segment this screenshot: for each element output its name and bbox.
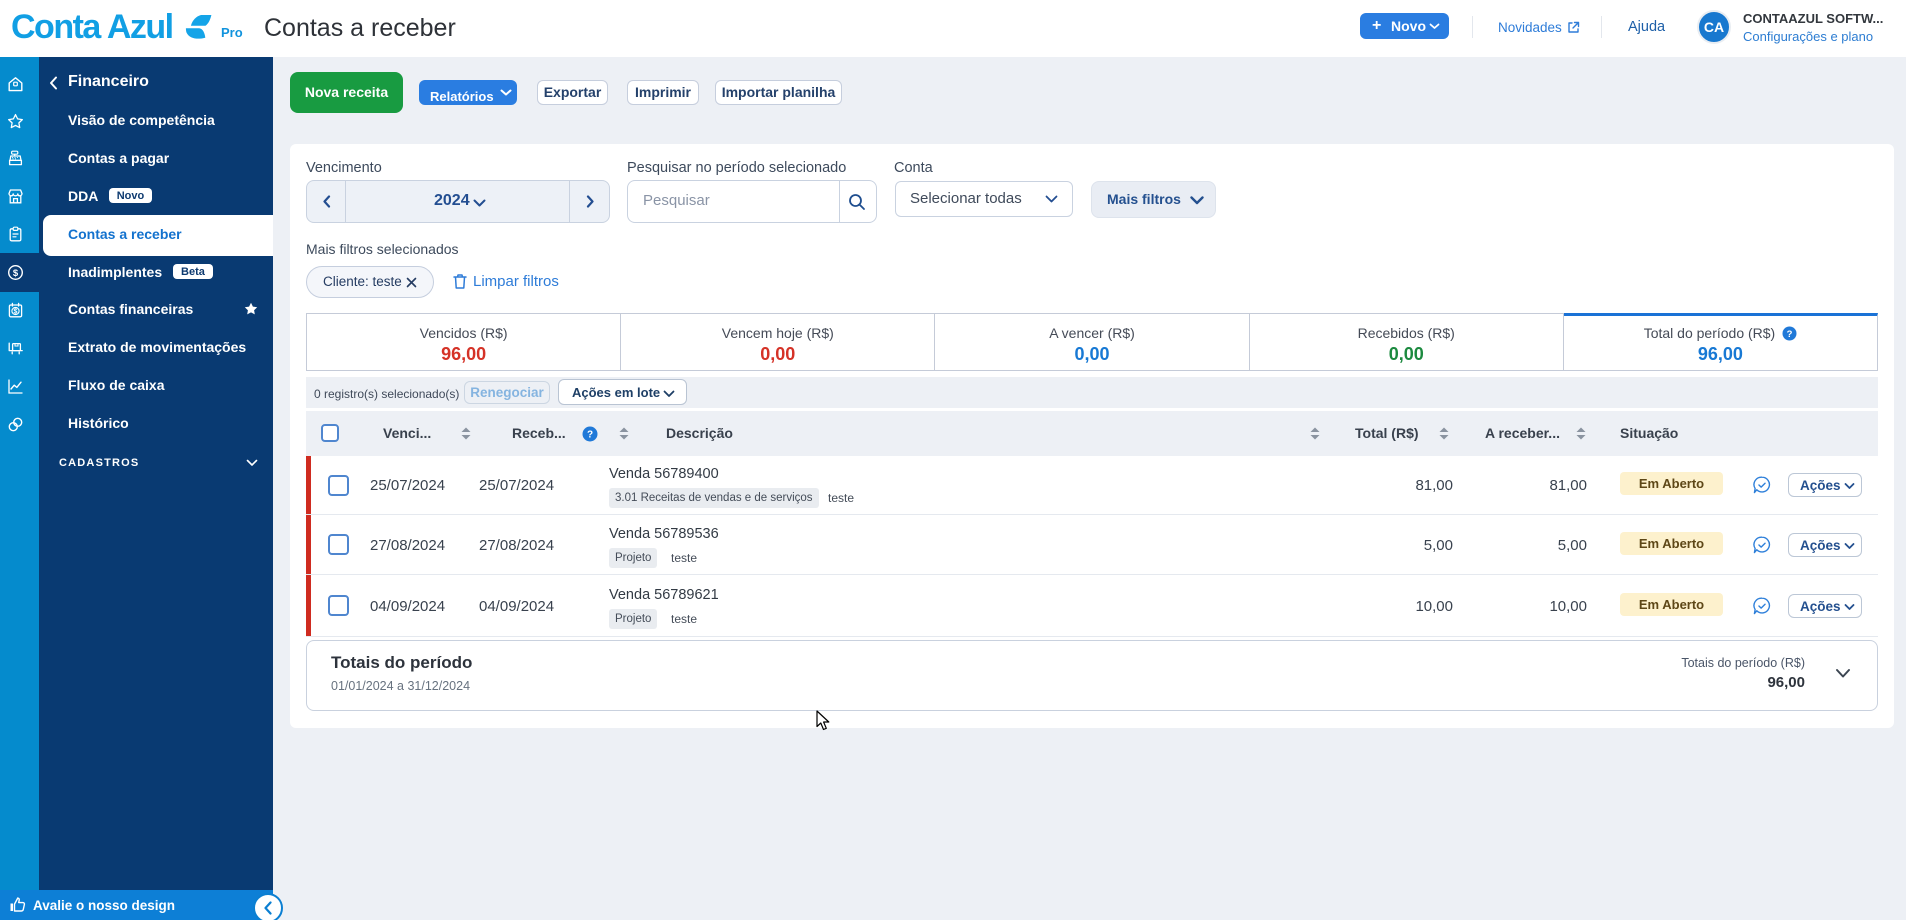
- svg-text:?: ?: [587, 430, 593, 441]
- svg-text:?: ?: [1787, 329, 1793, 340]
- svg-text:$: $: [13, 268, 19, 279]
- svg-text:$: $: [14, 309, 18, 316]
